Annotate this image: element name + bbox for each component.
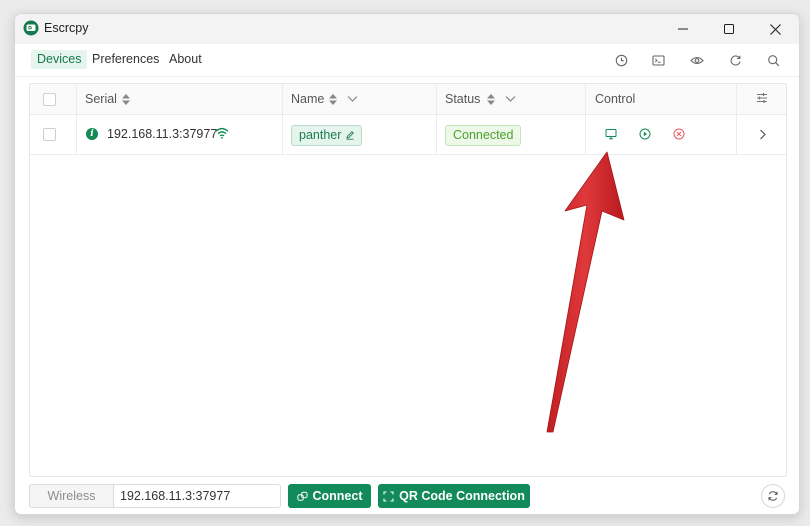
annotation-arrow bbox=[546, 151, 625, 433]
